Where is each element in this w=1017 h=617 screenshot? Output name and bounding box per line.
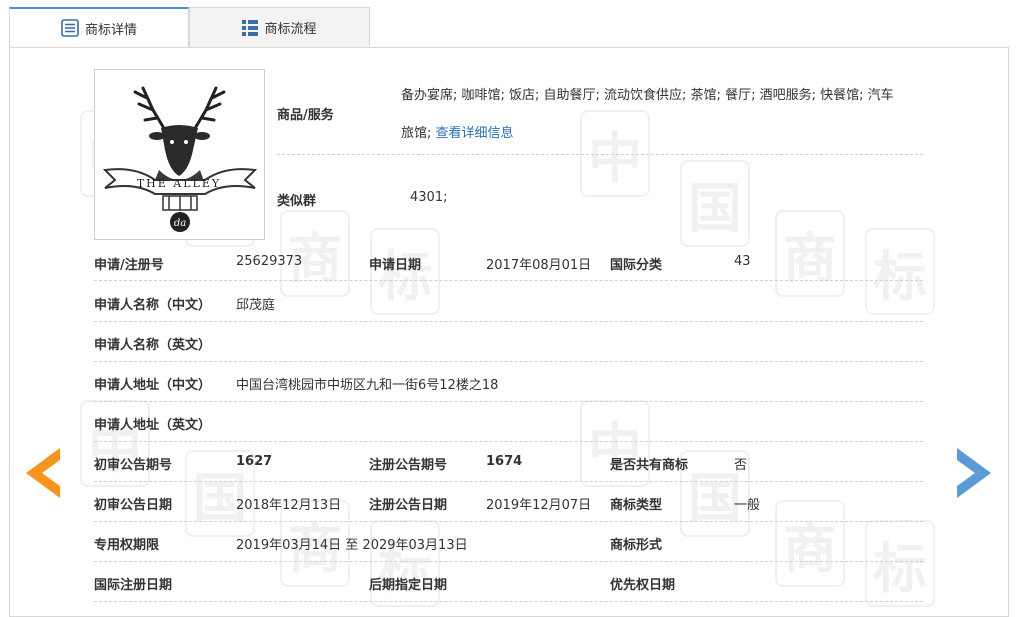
reg-no-label: 申请/注册号 [94,258,164,273]
similar-group-label: 类似群 [277,194,317,209]
prev-record-button[interactable] [26,448,62,502]
divider [94,561,923,562]
reg-pub-no-value: 1674 [486,454,523,469]
exclusive-value: 2019年03月14日 至 2029年03月13日 [236,538,468,553]
exclusive-label: 专用权期限 [94,538,160,553]
divider [94,481,923,482]
intl-class-value: 43 [734,254,751,269]
logo-brand-text: THE ALLEY [137,177,221,190]
shared-value: 否 [734,458,748,473]
reg-pub-date-label: 注册公告日期 [369,498,448,513]
prelim-no-label: 初审公告期号 [94,458,173,473]
tab-trademark-flow[interactable]: 商标流程 [189,7,370,47]
divider [94,441,923,442]
reg-pub-date-value: 2019年12月07日 [486,498,592,513]
watermark-char: 商 [775,210,845,297]
later-date-label: 后期指定日期 [369,578,448,593]
deer-logo-icon: THE ALLEY da [102,86,258,232]
chevron-right-icon [957,448,991,498]
watermark-char: 标 [865,228,935,315]
watermark-char: 标 [865,520,935,607]
prelim-date-label: 初审公告日期 [94,498,173,513]
reg-pub-no-label: 注册公告期号 [369,458,448,473]
prelim-no-value: 1627 [236,454,273,469]
applicant-cn-value: 邱茂庭 [236,298,276,313]
view-detail-link[interactable]: 查看详细信息 [436,126,514,141]
grid-flow-icon [242,19,259,36]
divider [94,521,923,522]
divider [94,321,923,322]
divider [277,154,923,155]
apply-date-value: 2017年08月01日 [486,258,592,273]
trademark-image: THE ALLEY da [94,69,265,240]
tab-label: 商标流程 [264,22,317,37]
goods-label: 商品/服务 [277,108,334,123]
goods-value-line2: 旅馆; 查看详细信息 [401,126,514,141]
logo-sub-text: da [174,218,186,229]
similar-group-value: 4301; [410,190,448,205]
shared-label: 是否共有商标 [610,458,689,473]
intl-class-label: 国际分类 [610,258,663,273]
divider [94,280,923,281]
applicant-en-label: 申请人名称（英文） [94,338,212,353]
address-cn-value: 中国台湾桃园市中坜区九和一街6号12楼之18 [236,378,499,393]
goods-value: 备办宴席; 咖啡馆; 饭店; 自助餐厅; 流动饮食供应; 茶馆; 餐厅; 酒吧服… [401,88,894,103]
watermark-char: 国 [680,160,750,247]
divider [94,401,923,402]
watermark-char: 商 [775,500,845,587]
intl-reg-date-label: 国际注册日期 [94,578,173,593]
type-value: 一般 [734,498,761,513]
applicant-cn-label: 申请人名称（中文） [94,298,212,313]
next-record-button[interactable] [955,448,991,502]
tab-trademark-detail[interactable]: 商标详情 [9,7,189,47]
tab-label: 商标详情 [84,22,137,38]
apply-date-label: 申请日期 [369,258,422,273]
list-detail-icon [61,19,79,37]
watermark-char: 中 [580,400,650,487]
form-label: 商标形式 [610,538,663,553]
chevron-left-icon [26,448,60,498]
reg-no-value: 25629373 [236,254,303,269]
prelim-date-value: 2018年12月13日 [236,498,342,513]
divider [94,601,923,602]
tab-bar: 商标详情 商标流程 [9,7,370,47]
type-label: 商标类型 [610,498,663,513]
priority-date-label: 优先权日期 [610,578,676,593]
address-cn-label: 申请人地址（中文） [94,378,212,393]
address-en-label: 申请人地址（英文） [94,418,212,433]
divider [94,361,923,362]
